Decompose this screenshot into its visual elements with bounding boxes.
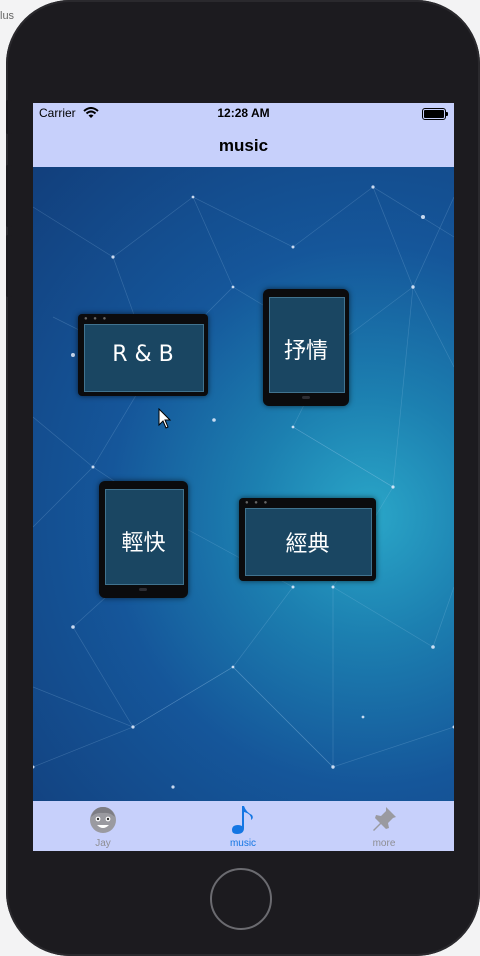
category-classic-button[interactable]: ● ● ● 經典: [239, 498, 376, 581]
network-pattern: [33, 185, 454, 789]
status-time: 12:28 AM: [217, 106, 270, 120]
mute-switch: [6, 100, 12, 134]
tab-bar: Jay music more: [33, 801, 454, 851]
category-ballad-button[interactable]: 抒情: [263, 289, 349, 406]
battery-icon: [422, 108, 448, 120]
mouse-cursor-icon: [158, 408, 172, 429]
home-indicator-icon: [302, 396, 310, 399]
app-screen: Carrier 12:28 AM music ● ● ● R & B 抒情 輕快…: [33, 103, 454, 851]
face-icon: [90, 807, 116, 833]
category-classic-label: 經典: [285, 532, 330, 557]
tab-jay[interactable]: Jay: [33, 801, 173, 851]
category-ballad-label: 抒情: [283, 339, 328, 364]
category-upbeat-button[interactable]: 輕快: [99, 481, 188, 598]
navigation-bar: music: [33, 123, 454, 167]
background-image: ● ● ● R & B 抒情 輕快 ● ● ● 經典: [33, 167, 454, 801]
status-bar: Carrier 12:28 AM: [33, 103, 454, 123]
tab-more[interactable]: more: [314, 801, 454, 851]
category-rnb-label: R & B: [112, 342, 174, 367]
volume-up-button: [6, 165, 12, 227]
home-button[interactable]: [210, 868, 272, 930]
tab-jay-label: Jay: [95, 838, 111, 849]
page-title: music: [218, 136, 269, 155]
home-indicator-icon: [139, 588, 147, 591]
window-dots-icon: ● ● ●: [84, 316, 109, 322]
music-note-icon: [232, 806, 253, 834]
pin-icon: [373, 807, 396, 831]
category-rnb-button[interactable]: ● ● ● R & B: [78, 314, 208, 396]
simulator-device-label: lus: [0, 10, 15, 22]
tab-music[interactable]: music: [173, 801, 313, 851]
volume-down-button: [6, 235, 12, 297]
tab-music-label: music: [229, 838, 257, 849]
category-upbeat-label: 輕快: [121, 531, 166, 556]
window-dots-icon: ● ● ●: [245, 500, 270, 506]
tab-more-label: more: [372, 838, 396, 849]
